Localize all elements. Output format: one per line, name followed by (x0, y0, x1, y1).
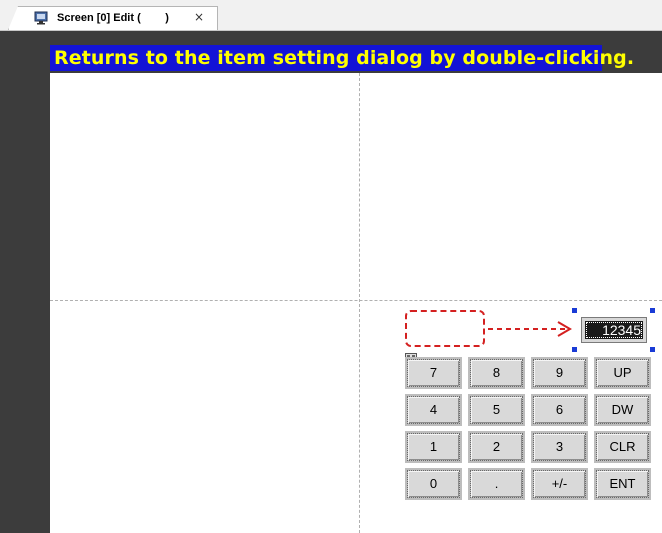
key-0[interactable]: 0 (405, 468, 462, 500)
tab-bar: Screen [0] Edit ( ) × (0, 0, 662, 31)
numeric-display-value: 12345 (585, 321, 643, 339)
key-plus-minus[interactable]: +/- (531, 468, 588, 500)
key-9[interactable]: 9 (531, 357, 588, 389)
key-dot[interactable]: . (468, 468, 525, 500)
numeric-display-object[interactable]: 12345 (572, 308, 655, 352)
key-clr[interactable]: CLR (594, 431, 651, 463)
key-6[interactable]: 6 (531, 394, 588, 426)
selection-handle[interactable] (650, 347, 655, 352)
key-3[interactable]: 3 (531, 431, 588, 463)
center-guide-horizontal (50, 300, 662, 301)
highlight-dashed-box (405, 310, 485, 347)
selection-handle[interactable] (650, 308, 655, 313)
selection-handle[interactable] (572, 308, 577, 313)
banner-text: Returns to the item setting dialog by do… (54, 47, 635, 69)
numeric-display-frame: 12345 (581, 317, 647, 343)
key-1[interactable]: 1 (405, 431, 462, 463)
key-2[interactable]: 2 (468, 431, 525, 463)
selection-handle[interactable] (572, 347, 577, 352)
instruction-banner: Returns to the item setting dialog by do… (50, 45, 634, 71)
ten-key-pad: 7 8 9 UP 4 5 6 DW 1 2 3 CLR 0 . +/- ENT (405, 355, 651, 507)
monitor-icon (34, 11, 48, 25)
key-8[interactable]: 8 (468, 357, 525, 389)
key-5[interactable]: 5 (468, 394, 525, 426)
left-panel (0, 31, 50, 533)
tab-screen-edit[interactable]: Screen [0] Edit ( ) × (8, 6, 218, 30)
key-up[interactable]: UP (594, 357, 651, 389)
arrow-icon (488, 321, 572, 337)
close-icon[interactable]: × (194, 10, 204, 24)
tab-title: Screen [0] Edit ( ) (57, 12, 169, 24)
key-ent[interactable]: ENT (594, 468, 651, 500)
key-4[interactable]: 4 (405, 394, 462, 426)
center-guide-vertical (359, 73, 360, 533)
key-7[interactable]: 7 (405, 357, 462, 389)
key-dw[interactable]: DW (594, 394, 651, 426)
